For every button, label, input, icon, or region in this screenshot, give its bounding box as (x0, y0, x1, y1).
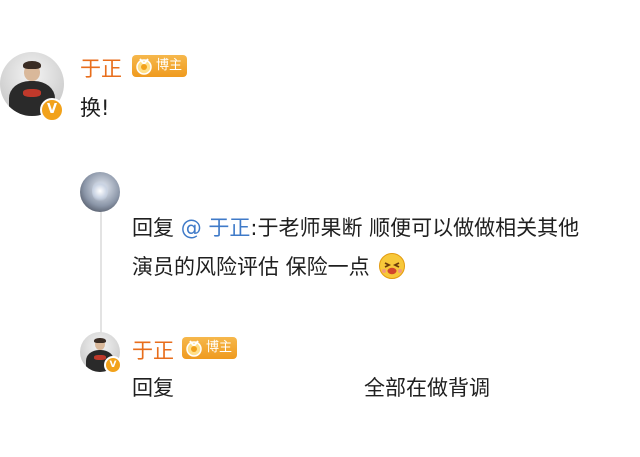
sub-reply-text: 全部在做背调 (364, 376, 490, 400)
reply-word: 回复 (132, 376, 174, 400)
reply-body-line1: :于老师果断 顺便可以做做相关其他 (250, 216, 580, 240)
v-badge-icon: V (104, 356, 122, 374)
avatar[interactable] (80, 172, 120, 212)
username[interactable]: 于正 (132, 335, 174, 365)
medal-icon (136, 58, 152, 75)
reply-text: 回复 @ 于正:于老师果断 顺便可以做做相关其他 (132, 212, 579, 242)
v-badge-icon: V (40, 98, 64, 122)
thread-line (100, 210, 102, 340)
reply-word: 回复 (132, 216, 174, 240)
reply-body-line2: 演员的风险评估 保险一点 (132, 255, 370, 279)
username[interactable]: 于正 (80, 53, 122, 83)
status-badge: 博主 (132, 55, 188, 77)
emoji-icon (379, 253, 406, 279)
comment-text: 换! (80, 96, 110, 120)
reply-text-line2: 演员的风险评估 保险一点 (132, 251, 406, 281)
mention-link[interactable]: @ 于正 (181, 216, 251, 240)
badge-label: 博主 (206, 340, 233, 355)
status-badge: 博主 (182, 337, 238, 359)
badge-label: 博主 (156, 58, 183, 73)
medal-icon (186, 340, 202, 357)
